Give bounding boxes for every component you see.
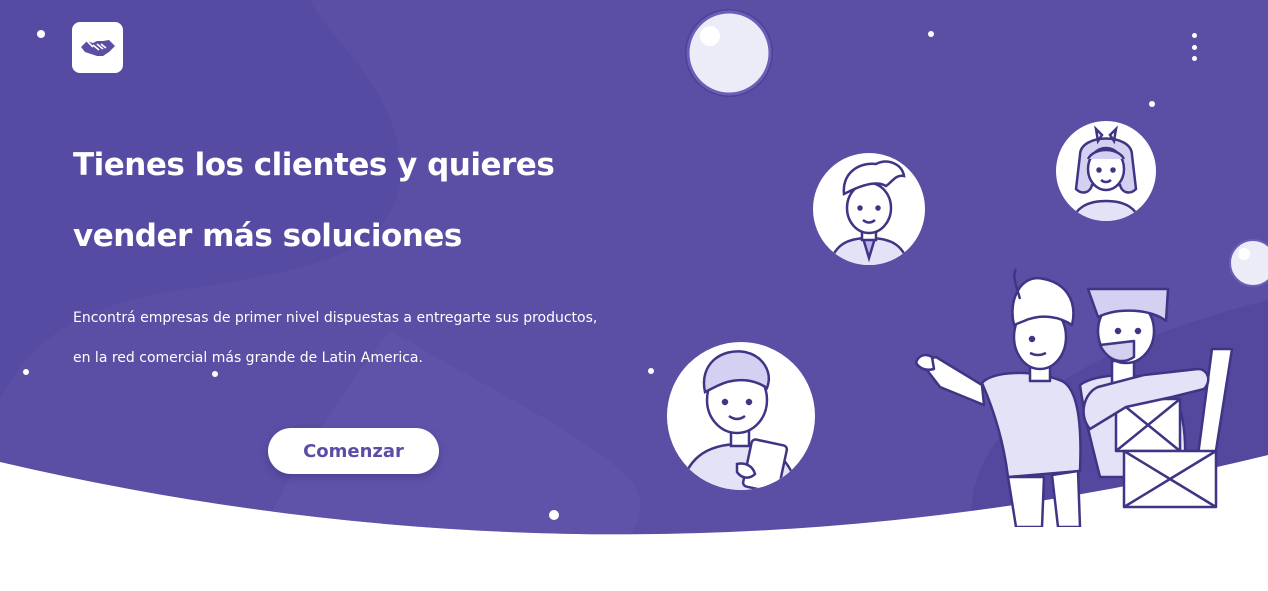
- girl-with-bow-avatar: [1052, 117, 1160, 225]
- hero-headline: Tienes los clientes y quieres vender más…: [73, 130, 555, 272]
- menu-dot: [1191, 33, 1197, 38]
- brand-logo[interactable]: [72, 22, 123, 73]
- kebab-menu-icon[interactable]: [1182, 33, 1206, 61]
- hero-subtext: Encontrá empresas de primer nivel dispue…: [73, 298, 597, 378]
- comenzar-button[interactable]: Comenzar: [268, 428, 439, 474]
- headline-line-1: Tienes los clientes y quieres: [73, 147, 555, 183]
- menu-dot: [1191, 44, 1197, 50]
- two-men-with-boxes-illustration: [914, 268, 1234, 527]
- bubble-decoration: [685, 9, 773, 97]
- subtext-line-1: Encontrá empresas de primer nivel dispue…: [73, 310, 598, 326]
- subtext-line-2: en la red comercial más grande de Latin …: [73, 350, 423, 366]
- man-with-tie-avatar: [809, 149, 929, 269]
- handshake-icon: [80, 39, 115, 56]
- headline-line-2: vender más soluciones: [73, 218, 462, 254]
- landing-page: Tienes los clientes y quieres vender más…: [0, 0, 1268, 591]
- menu-dot: [1191, 56, 1197, 61]
- boy-with-tablet-avatar: [663, 338, 819, 494]
